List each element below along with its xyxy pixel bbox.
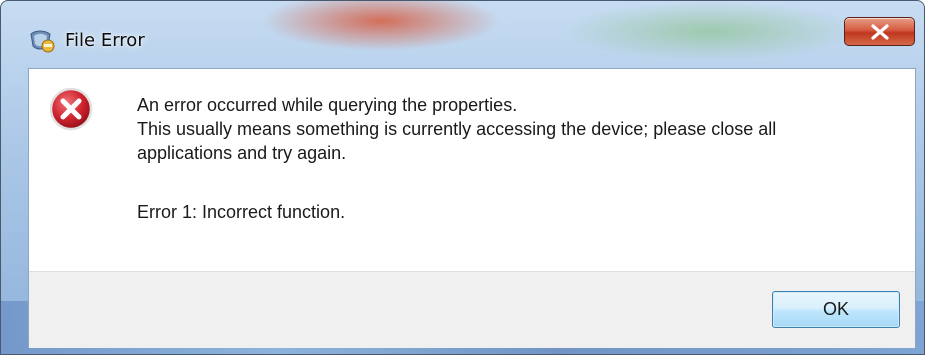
- error-message-line: applications and try again.: [137, 143, 347, 163]
- app-shield-icon: [28, 28, 56, 54]
- window-title: File Error: [65, 30, 145, 51]
- error-message-line: This usually means something is currentl…: [137, 119, 777, 139]
- ok-button[interactable]: OK: [772, 291, 900, 328]
- dialog-window: File Error An error occurred while query…: [0, 0, 925, 355]
- error-code-line: Error 1: Incorrect function.: [137, 202, 346, 222]
- button-bar: OK: [29, 271, 915, 348]
- title-bar[interactable]: File Error: [1, 1, 924, 63]
- error-x-icon: [49, 87, 93, 131]
- dialog-client-area: An error occurred while querying the pro…: [28, 68, 916, 348]
- message-area: An error occurred while querying the pro…: [29, 69, 915, 271]
- close-button[interactable]: [844, 17, 915, 46]
- error-message-line: An error occurred while querying the pro…: [137, 95, 518, 115]
- close-icon: [871, 24, 889, 40]
